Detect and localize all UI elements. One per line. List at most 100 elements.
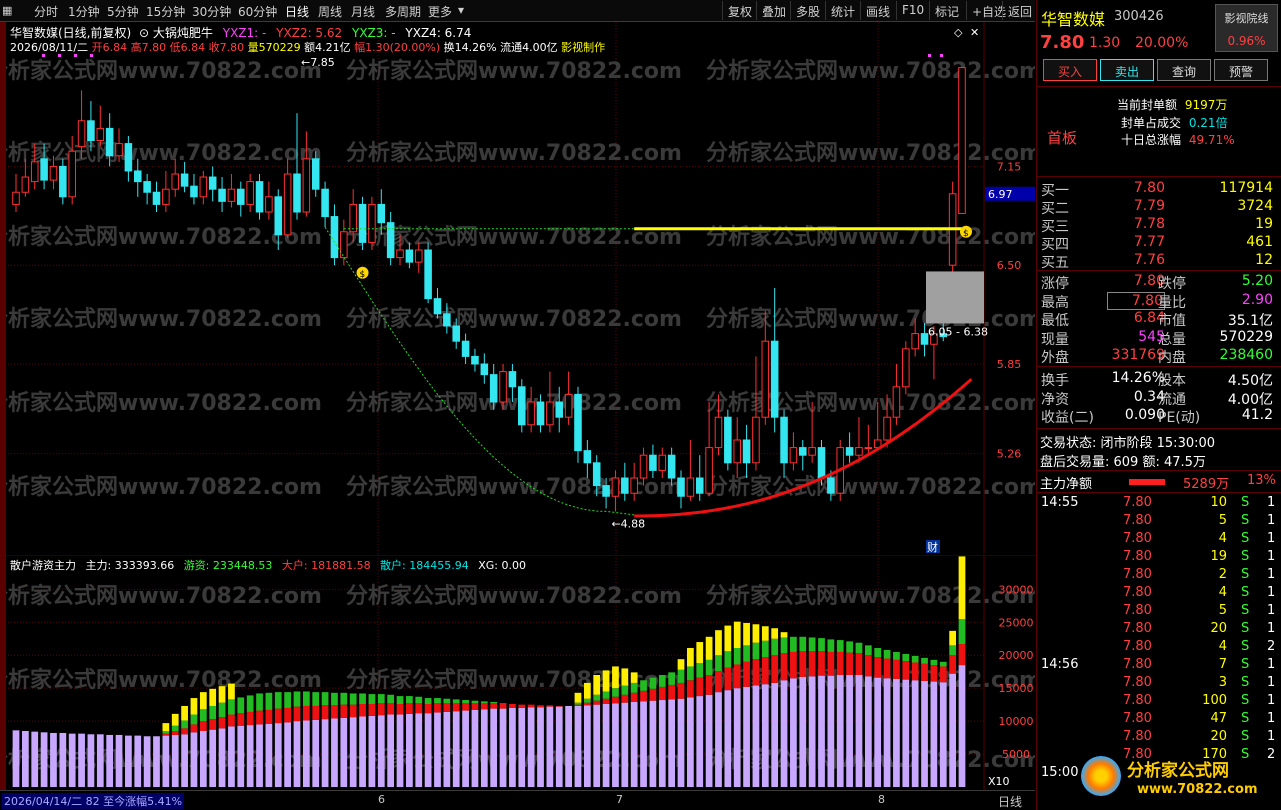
stock-name: 华智数媒: [1041, 10, 1106, 29]
period-tab-0[interactable]: 分时: [34, 3, 58, 20]
author-label: 影视制作: [561, 41, 606, 54]
period-tab-3[interactable]: 15分钟: [146, 3, 185, 20]
dahu-bar: [827, 639, 835, 652]
period-label[interactable]: 日线: [998, 793, 1022, 810]
bid-price: 7.79: [1133, 198, 1165, 214]
sub-header: 散户游资主力 主力: 333393.66 游资: 233448.53 大户: 1…: [10, 557, 526, 573]
zhuli-bar: [68, 733, 76, 787]
stat-value: 7.80: [1107, 291, 1165, 310]
period-tab-10[interactable]: 更多: [428, 3, 452, 20]
youzi-bar: [424, 703, 432, 714]
stat-label: 外盘: [1041, 350, 1069, 366]
youzi-bar: [621, 694, 629, 703]
toolbar-button-4[interactable]: 画线: [860, 1, 895, 20]
period-tab-4[interactable]: 30分钟: [192, 3, 231, 20]
candle-body: [827, 477, 835, 494]
toolbar-button-8[interactable]: 返回: [1002, 1, 1037, 20]
kline-svg[interactable]: 分析家公式网www.70822.com 分析家公式网www.70822.com 分析…: [0, 22, 1042, 554]
sanhu-bar: [621, 668, 629, 686]
dahu-bar: [377, 694, 385, 704]
logo-url: www.70822.com: [1137, 782, 1258, 797]
yxz3-value: YXZ3: -: [351, 26, 396, 40]
toolbar-button-3[interactable]: 统计: [825, 1, 860, 20]
candle-body: [658, 454, 667, 471]
month-label: 7: [616, 793, 623, 806]
query-button[interactable]: 查询: [1157, 59, 1211, 81]
alert-button[interactable]: 预警: [1214, 59, 1268, 81]
zhuli-bar: [171, 734, 179, 787]
open-value: 开6.84: [91, 41, 128, 54]
dahu-bar: [284, 692, 291, 708]
sector-pct: 0.96%: [1227, 34, 1266, 48]
period-tab-1[interactable]: 1分钟: [68, 3, 100, 20]
sanhu-bar: [771, 628, 779, 639]
fin-label: 股本: [1158, 373, 1186, 389]
fund-flow-svg[interactable]: 分析家公式网www.70822.com 分析家公式网www.70822.com 分析…: [0, 554, 1042, 791]
dahu-bar: [930, 659, 938, 666]
toolbar-button-5[interactable]: F10: [896, 1, 929, 20]
fin-row: 净资 0.34 流通 4.00亿: [1037, 389, 1277, 408]
toolbar-button-6[interactable]: 标记: [929, 1, 964, 20]
dahu-bar: [640, 680, 647, 691]
settings-icon[interactable]: ⊙: [139, 26, 149, 40]
period-tab-6[interactable]: 日线: [285, 3, 309, 20]
bid-row[interactable]: 买一 7.80 117914: [1037, 180, 1277, 199]
period-tab-9[interactable]: 多周期: [385, 3, 421, 20]
bid-row[interactable]: 买五 7.76 12: [1037, 252, 1277, 271]
youzi-bar: [733, 664, 741, 689]
toolbar-button-1[interactable]: 叠加: [756, 1, 791, 20]
zhuli-bar: [78, 733, 85, 787]
sector-badge[interactable]: 影视院线 0.96%: [1215, 4, 1278, 52]
candle-body: [574, 393, 582, 452]
tick-row: 7.80 47 S 1: [1037, 711, 1277, 729]
tick-price: 7.80: [1123, 567, 1152, 582]
diamond-icon[interactable]: ◇: [954, 26, 962, 39]
youzi-bar: [612, 696, 619, 704]
zhuli-bar: [246, 725, 254, 787]
period-tab-5[interactable]: 60分钟: [238, 3, 277, 20]
zhuli-bar: [771, 682, 779, 787]
zhuli-bar: [509, 707, 516, 787]
sanhu-bar: [724, 625, 732, 652]
toolbar-button-2[interactable]: 多股: [790, 1, 825, 20]
tick-count: 2: [1267, 639, 1276, 654]
more-chevron-icon[interactable]: ▾: [458, 3, 464, 17]
period-tab-7[interactable]: 周线: [318, 3, 342, 20]
dahu-bar: [237, 697, 245, 714]
menu-grid-icon[interactable]: ▦: [2, 4, 12, 17]
period-tab-2[interactable]: 5分钟: [107, 3, 139, 20]
zhuli-bar: [87, 734, 95, 787]
seal-amount-row: 当前封单额 9197万: [1117, 96, 1227, 113]
zhuli-bar: [368, 715, 376, 787]
candle-body: [855, 447, 863, 456]
bid-row[interactable]: 买三 7.78 19: [1037, 216, 1277, 235]
dahu-bar: [471, 700, 479, 704]
close-chart-icon[interactable]: ✕: [970, 26, 979, 39]
zhuli-bar: [499, 708, 507, 787]
period-tab-8[interactable]: 月线: [351, 3, 375, 20]
candle-body: [714, 416, 723, 449]
youzi-bar: [331, 705, 338, 719]
bid-volume: 117914: [1219, 180, 1273, 196]
kline-chart[interactable]: 分析家公式网www.70822.com 分析家公式网www.70822.com 分析…: [0, 22, 1042, 554]
youzi-bar: [518, 704, 526, 708]
youzi-bar: [658, 686, 666, 701]
zhuli-bar: [321, 719, 329, 787]
candle-body: [246, 181, 254, 205]
bid-row[interactable]: 买四 7.77 461: [1037, 234, 1277, 253]
fund-flow-chart[interactable]: 分析家公式网www.70822.com 分析家公式网www.70822.com 分析…: [0, 554, 1042, 791]
turnover-value: 换14.26%: [443, 41, 497, 54]
toolbar-button-0[interactable]: 复权: [722, 1, 757, 20]
tick-side: S: [1241, 567, 1250, 582]
indicator-name[interactable]: 大锅炖肥牛: [153, 26, 213, 40]
youzi-bar: [246, 711, 254, 726]
sell-button[interactable]: 卖出: [1100, 59, 1154, 81]
sanhu-bar: [162, 723, 170, 731]
bid-row[interactable]: 买二 7.79 3724: [1037, 198, 1277, 217]
buy-button[interactable]: 买入: [1043, 59, 1097, 81]
sub-indicator-name[interactable]: 散户游资主力: [10, 559, 76, 572]
sanhu-bar: [677, 659, 685, 670]
zhuli-bar: [396, 714, 404, 787]
youzi-bar: [527, 704, 535, 708]
youzi-bar: [752, 659, 760, 686]
